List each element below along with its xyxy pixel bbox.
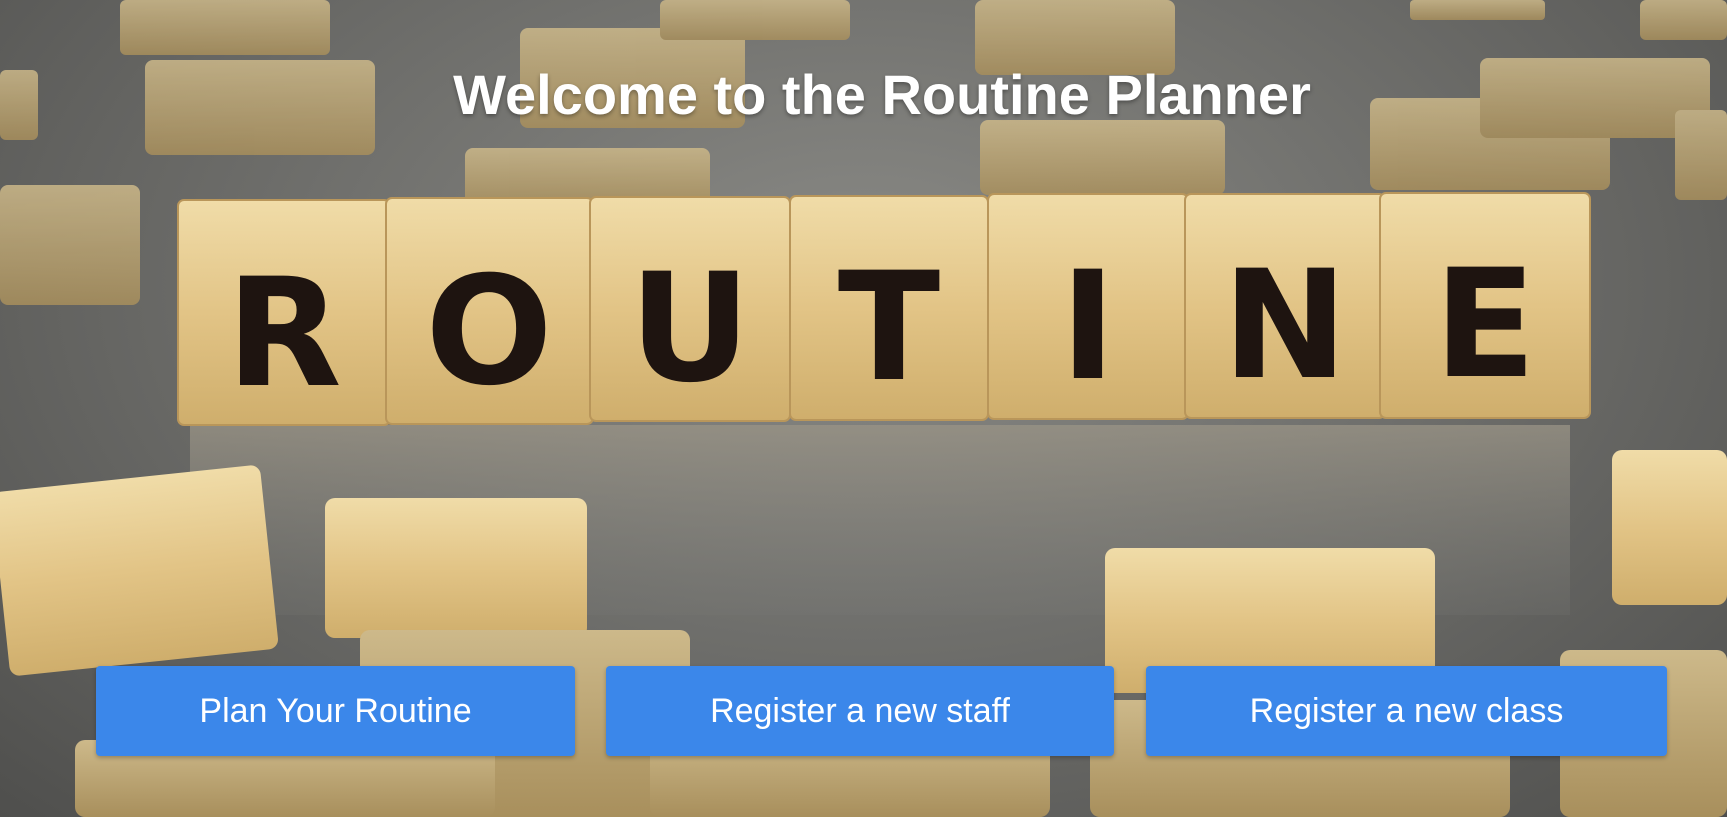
tile-letter: U [629,242,751,416]
tile-letter: E [1434,238,1536,412]
register-class-button[interactable]: Register a new class [1146,666,1667,756]
tile-letter: I [1060,240,1116,414]
tile-letter: O [425,245,553,419]
tile-letter: R [226,247,342,421]
tile-letter: T [838,241,940,415]
register-staff-button[interactable]: Register a new staff [606,666,1114,756]
tile-letter: N [1222,239,1348,413]
page-title: Welcome to the Routine Planner [453,63,1311,126]
plan-routine-button[interactable]: Plan Your Routine [96,666,575,756]
